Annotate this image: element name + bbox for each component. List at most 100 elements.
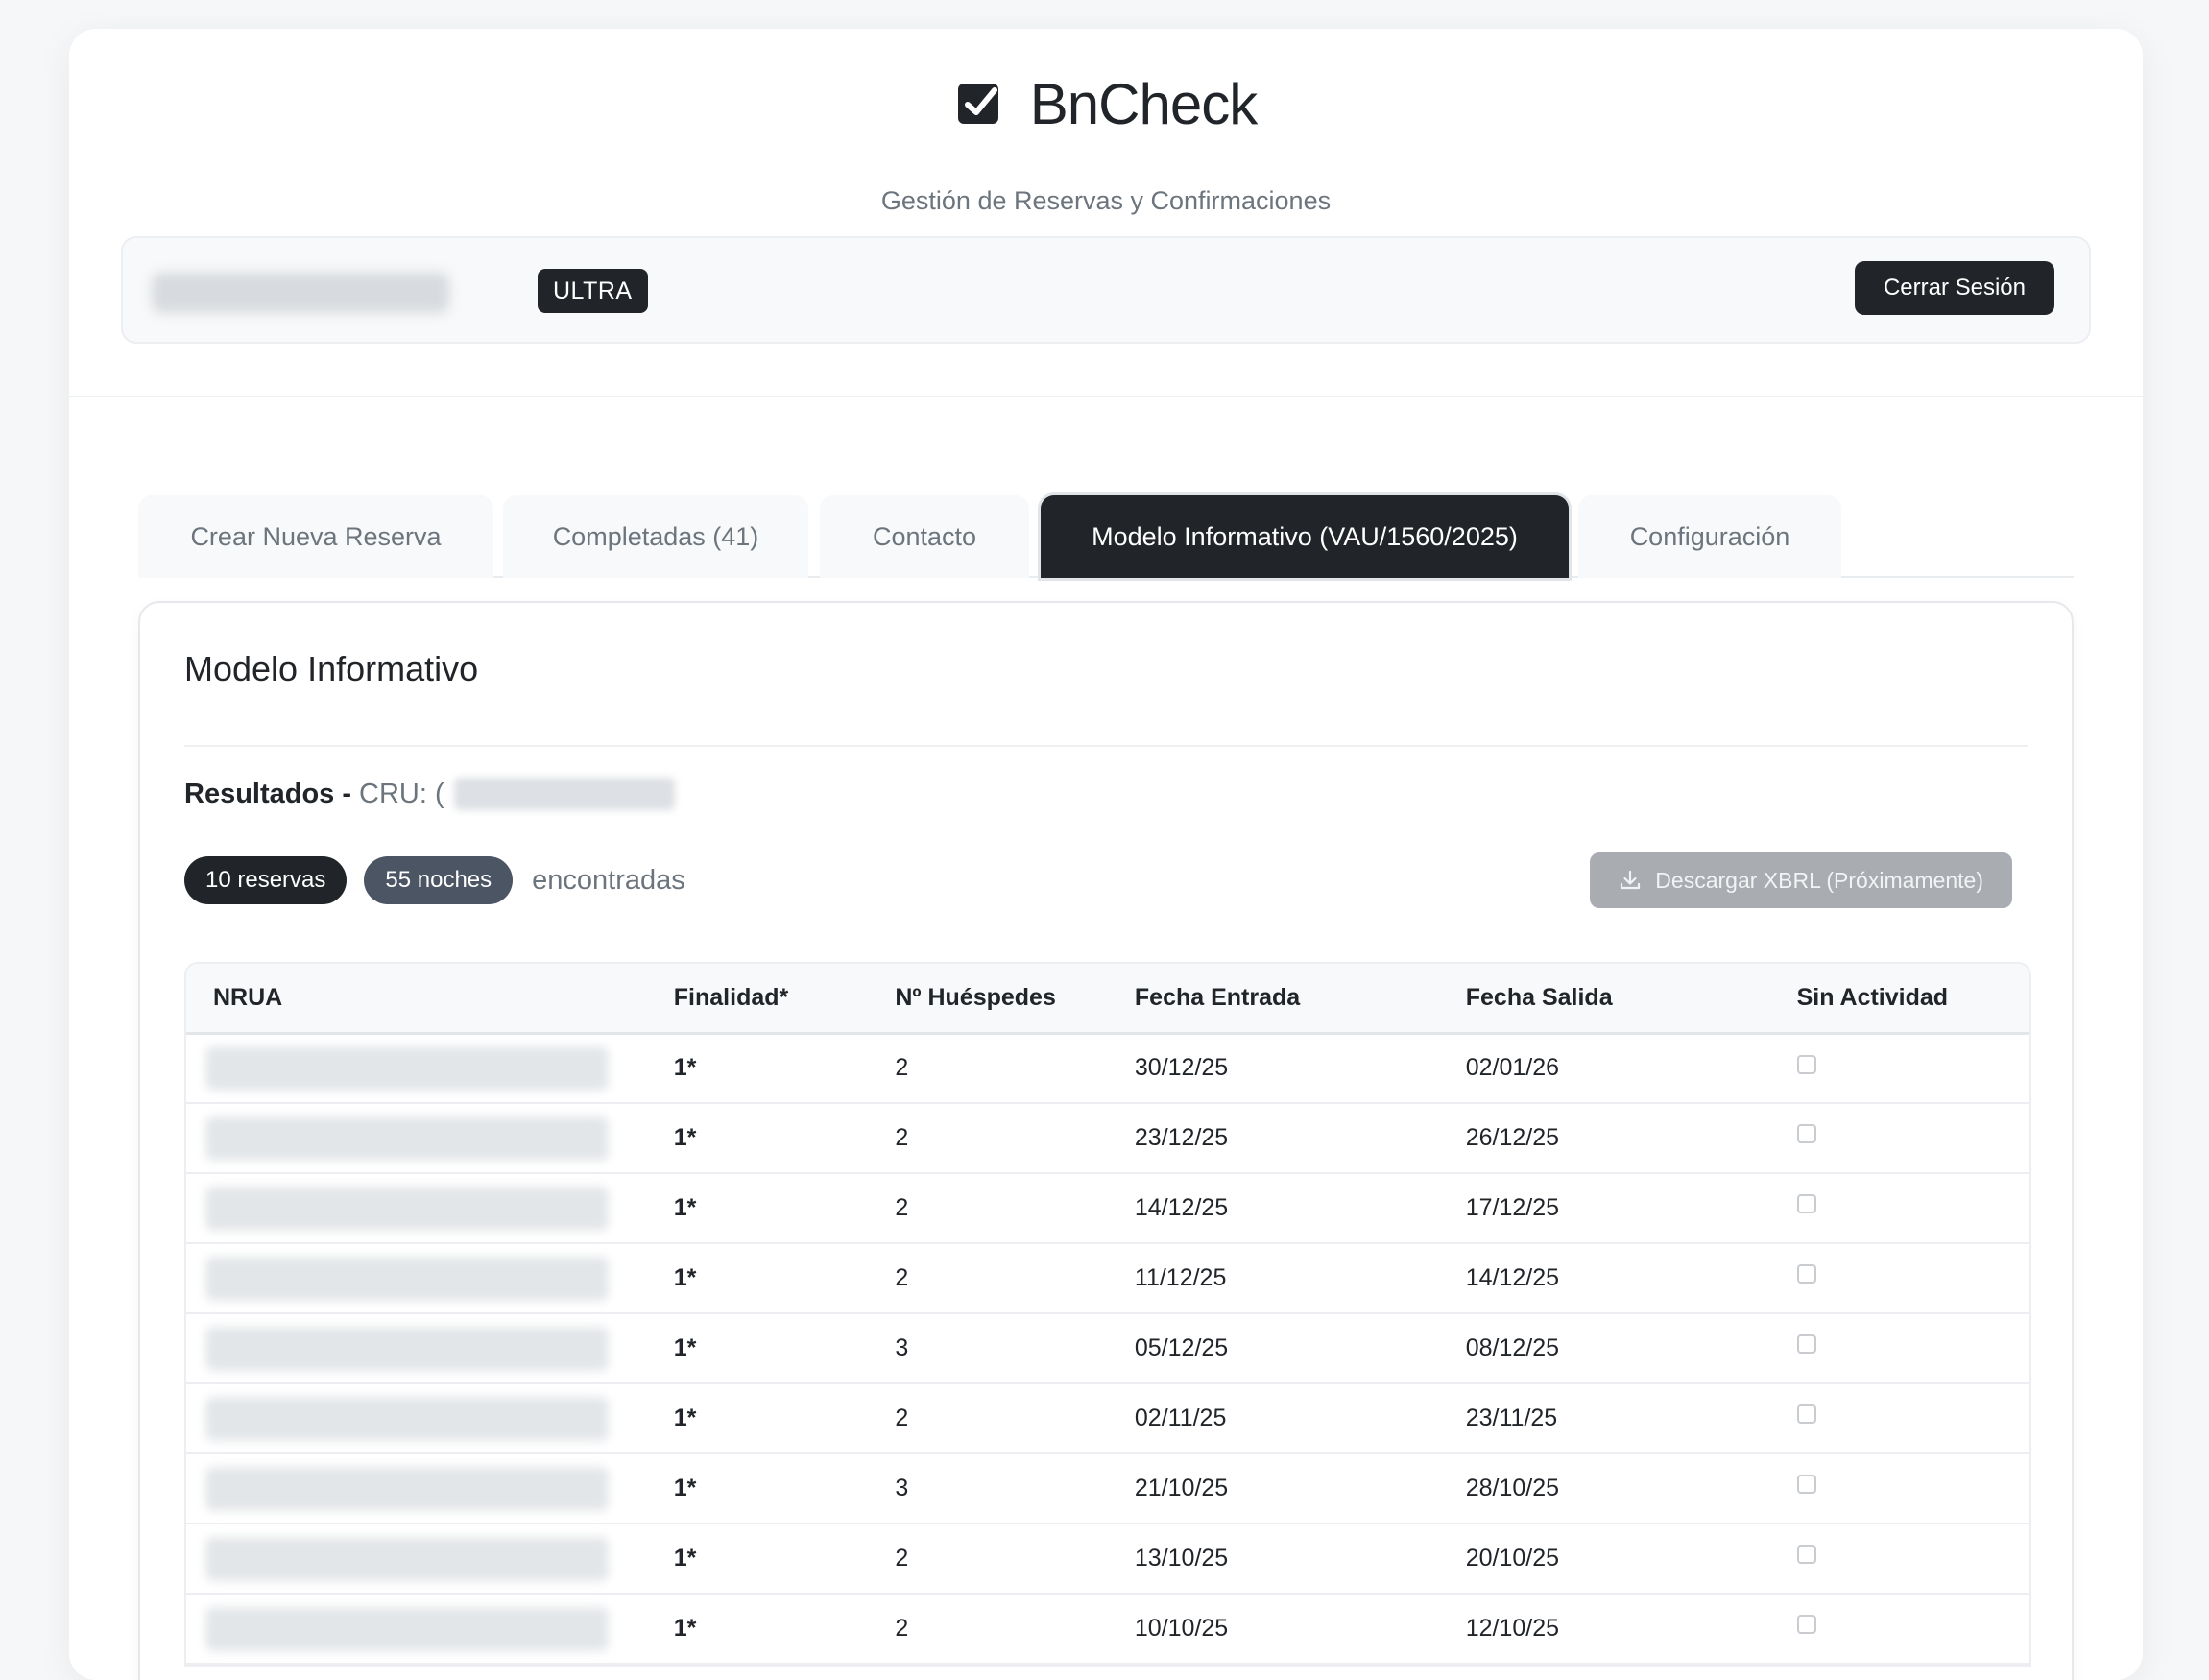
tab-contacto[interactable]: Contacto: [820, 495, 1029, 578]
results-label: Resultados: [184, 778, 335, 809]
nrua-cell: [186, 1313, 647, 1383]
sin-actividad-checkbox[interactable]: [1796, 1404, 1816, 1425]
sin-actividad-checkbox[interactable]: [1796, 1334, 1816, 1355]
finalidad-cell: 1*: [673, 1545, 697, 1572]
sin-actividad-cell: [1770, 1453, 2029, 1524]
download-xbrl-label: Descargar XBRL (Próximamente): [1655, 867, 1983, 893]
fecha-entrada-cell: 11/12/25: [1134, 1264, 1227, 1291]
fecha-entrada-cell: 30/12/25: [1134, 1054, 1229, 1082]
huespedes-cell: 2: [895, 1124, 909, 1151]
brand-header: BnCheck: [69, 71, 2143, 137]
checkbox-checked-icon: [957, 83, 998, 124]
finalidad-cell: 1*: [673, 1054, 697, 1082]
sin-actividad-checkbox[interactable]: [1796, 1475, 1816, 1495]
fecha-entrada-cell: 14/12/25: [1134, 1194, 1229, 1221]
sin-actividad-cell: [1770, 1524, 2029, 1594]
nrua-cell: [186, 1383, 647, 1453]
header-fecha-salida: Fecha Salida: [1465, 983, 1613, 1011]
header-divider: [69, 396, 2143, 397]
fecha-salida-cell: 17/12/25: [1465, 1194, 1560, 1221]
modelo-informativo-card: Modelo Informativo Resultados - CRU: ( 1…: [138, 601, 2074, 1680]
logout-button[interactable]: Cerrar Sesión: [1854, 261, 2054, 315]
found-text: encontradas: [532, 864, 685, 896]
sin-actividad-cell: [1770, 1313, 2029, 1383]
card-title: Modelo Informativo: [184, 649, 479, 688]
nrua-redacted: [205, 1536, 609, 1581]
sin-actividad-checkbox[interactable]: [1796, 1124, 1816, 1144]
reservas-table: NRUA Finalidad* Nº Huéspedes Fecha Entra…: [184, 962, 2031, 1667]
fecha-salida-cell: 12/10/25: [1465, 1615, 1560, 1642]
tab-crear-nueva-reserva[interactable]: Crear Nueva Reserva: [138, 495, 493, 578]
fecha-entrada-cell: 02/11/25: [1134, 1404, 1227, 1431]
sin-actividad-cell: [1770, 1173, 2029, 1243]
fecha-salida-cell: 26/12/25: [1465, 1124, 1560, 1151]
nrua-cell: [186, 1524, 647, 1594]
huespedes-cell: 2: [895, 1615, 909, 1642]
fecha-salida-cell: 14/12/25: [1465, 1264, 1560, 1291]
card-divider: [184, 745, 2028, 747]
huespedes-cell: 3: [895, 1334, 909, 1361]
nrua-redacted: [205, 1186, 609, 1231]
table-row: 1* 2 30/12/25 02/01/26: [186, 1033, 2029, 1103]
sin-actividad-cell: [1770, 1243, 2029, 1313]
noches-count-badge: 55 noches: [364, 856, 514, 904]
download-icon: [1621, 870, 1641, 890]
nrua-redacted: [205, 1256, 609, 1301]
tab-bar: Crear Nueva Reserva Completadas (41) Con…: [138, 467, 2074, 578]
plan-badge: ULTRA: [538, 269, 648, 313]
tab-modelo-informativo[interactable]: Modelo Informativo (VAU/1560/2025): [1041, 495, 1569, 578]
huespedes-cell: 2: [895, 1545, 909, 1572]
header-nrua: NRUA: [213, 983, 283, 1011]
table-row: 1* 2 13/10/25 20/10/25: [186, 1524, 2029, 1594]
table-row: 1* 3 05/12/25 08/12/25: [186, 1313, 2029, 1383]
nrua-redacted: [205, 1466, 609, 1511]
table-header-row: NRUA Finalidad* Nº Huéspedes Fecha Entra…: [186, 964, 2029, 1033]
results-line: Resultados - CRU: (: [184, 778, 675, 810]
header-sin-actividad: Sin Actividad: [1796, 983, 1949, 1011]
fecha-salida-cell: 23/11/25: [1465, 1404, 1558, 1431]
nrua-cell: [186, 1173, 647, 1243]
fecha-entrada-cell: 13/10/25: [1134, 1545, 1229, 1572]
sin-actividad-cell: [1770, 1594, 2029, 1664]
nrua-cell: [186, 1453, 647, 1524]
nrua-cell: [186, 1103, 647, 1173]
huespedes-cell: 2: [895, 1264, 909, 1291]
results-summary: 10 reservas 55 noches encontradas: [184, 856, 685, 904]
app-subtitle: Gestión de Reservas y Confirmaciones: [880, 186, 1332, 215]
nrua-cell: [186, 1594, 647, 1664]
header-huespedes: Nº Huéspedes: [895, 983, 1056, 1011]
huespedes-cell: 2: [895, 1404, 909, 1431]
user-bar: ULTRA Cerrar Sesión: [121, 236, 2091, 344]
table-row: 1* 2 14/12/25 17/12/25: [186, 1173, 2029, 1243]
sin-actividad-cell: [1770, 1103, 2029, 1173]
tab-completadas[interactable]: Completadas (41): [503, 495, 808, 578]
nrua-redacted: [205, 1396, 609, 1441]
nrua-cell: [186, 1243, 647, 1313]
app-window: BnCheck Gestión de Reservas y Confirmaci…: [69, 29, 2143, 1680]
sin-actividad-checkbox[interactable]: [1796, 1545, 1816, 1565]
nrua-redacted: [205, 1116, 609, 1161]
huespedes-cell: 2: [895, 1194, 909, 1221]
nrua-redacted: [205, 1606, 609, 1651]
finalidad-cell: 1*: [673, 1124, 697, 1151]
nrua-cell: [186, 1033, 647, 1103]
download-xbrl-button[interactable]: Descargar XBRL (Próximamente): [1590, 852, 2012, 908]
sin-actividad-checkbox[interactable]: [1796, 1264, 1816, 1284]
nrua-redacted: [205, 1045, 609, 1091]
app-title: BnCheck: [1029, 72, 1258, 136]
tab-configuracion[interactable]: Configuración: [1578, 495, 1841, 578]
finalidad-cell: 1*: [673, 1334, 697, 1361]
table-row: 1* 2 02/11/25 23/11/25: [186, 1383, 2029, 1453]
fecha-salida-cell: 02/01/26: [1465, 1054, 1560, 1082]
sin-actividad-cell: [1770, 1383, 2029, 1453]
fecha-salida-cell: 20/10/25: [1465, 1545, 1560, 1572]
cru-label: CRU: (: [359, 778, 444, 809]
table-row: 1* 2 10/10/25 12/10/25: [186, 1594, 2029, 1664]
sin-actividad-checkbox[interactable]: [1796, 1615, 1816, 1635]
user-name-redacted: [152, 273, 449, 313]
sin-actividad-checkbox[interactable]: [1796, 1054, 1816, 1074]
cru-value-redacted: [453, 778, 675, 810]
finalidad-cell: 1*: [673, 1404, 697, 1431]
table-row: 1* 2 23/12/25 26/12/25: [186, 1103, 2029, 1173]
sin-actividad-checkbox[interactable]: [1796, 1194, 1816, 1214]
